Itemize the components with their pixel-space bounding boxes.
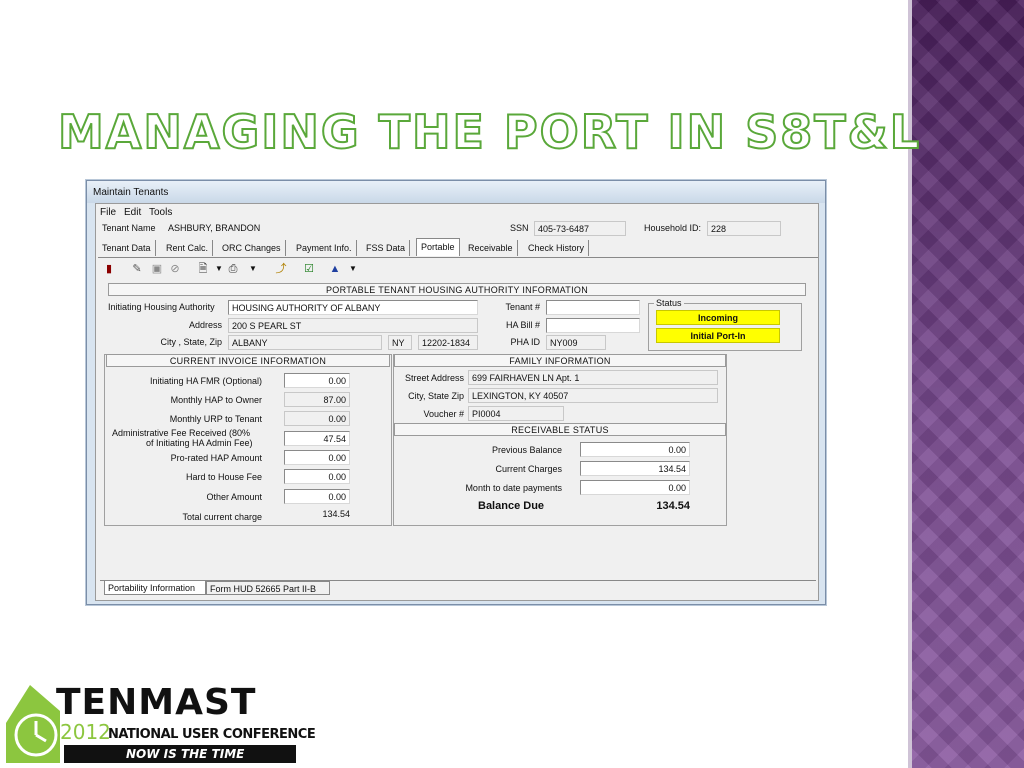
tenmast-conference-logo: TENMAST 2012 NATIONAL USER CONFERENCE NO…	[6, 682, 316, 765]
invoice-total-value: 134.54	[322, 509, 350, 519]
invoice-label-other: Other Amount	[206, 492, 262, 502]
family-csz-field: LEXINGTON, KY 40507	[468, 388, 718, 403]
status-label: Status	[654, 298, 684, 308]
ssn-field: 405-73-6487	[534, 221, 626, 236]
zip-field[interactable]: 12202-1834	[418, 335, 478, 350]
tenant-name-label: Tenant Name	[102, 223, 156, 233]
mtd-payments-label: Month to date payments	[465, 483, 562, 493]
dropdown-arrow-icon[interactable]: ▼	[212, 262, 226, 276]
invoice-admin-fee-field[interactable]: 47.54	[284, 431, 350, 446]
menu-file[interactable]: File	[100, 207, 116, 218]
tab-tenant-data[interactable]: Tenant Data	[98, 240, 156, 256]
slide-title: Managing the Port in S8T&L	[57, 104, 922, 160]
portable-ha-header: PORTABLE TENANT HOUSING AUTHORITY INFORM…	[108, 283, 806, 296]
household-id-field: 228	[707, 221, 781, 236]
tenant-number-label: Tenant #	[505, 302, 540, 312]
dropdown-arrow-icon[interactable]: ▼	[346, 262, 360, 276]
save-icon[interactable]: ▣	[150, 262, 164, 276]
logo-brand-text: TENMAST	[56, 682, 257, 723]
family-csz-label: City, State Zip	[408, 391, 464, 401]
menu-edit[interactable]: Edit	[124, 207, 141, 218]
wand-icon[interactable]: ⤴	[274, 262, 288, 276]
initiating-ha-label: Initiating Housing Authority	[108, 302, 215, 312]
main-tab-strip: Tenant Data Rent Calc. ORC Changes Payme…	[98, 238, 818, 258]
window-title-bar[interactable]: Maintain Tenants	[87, 181, 825, 203]
decorative-purple-strip	[912, 0, 1024, 768]
print-icon[interactable]: ⎙	[226, 262, 240, 276]
exit-icon[interactable]: ▮	[102, 262, 116, 276]
tenant-number-field[interactable]	[546, 300, 640, 315]
invoice-fmr-field[interactable]: 0.00	[284, 373, 350, 388]
balance-due-label: Balance Due	[478, 500, 545, 512]
street-address-field: 699 FAIRHAVEN LN Apt. 1	[468, 370, 718, 385]
mtd-payments-field[interactable]: 0.00	[580, 480, 690, 495]
ha-bill-label: HA Bill #	[505, 320, 540, 330]
logo-tagline-text: NOW IS THE TIME	[126, 747, 245, 761]
tab-fss-data[interactable]: FSS Data	[362, 240, 411, 256]
invoice-label-admin-fee: Administrative Fee Received (80%	[112, 428, 251, 438]
invoice-label-fmr: Initiating HA FMR (Optional)	[149, 376, 262, 386]
invoice-hap-owner-field: 87.00	[284, 392, 350, 407]
tab-orc-changes[interactable]: ORC Changes	[218, 240, 286, 256]
toolbar: ▮ ✎ ▣ ⊘ 🗎 ▼ ⎙ ▼ ⤴ ☑ ▲ ▼	[102, 262, 382, 278]
street-address-label: Street Address	[404, 373, 464, 383]
edit-icon[interactable]: ✎	[130, 262, 144, 276]
status-incoming-badge: Incoming	[656, 310, 780, 325]
ha-bill-field[interactable]	[546, 318, 640, 333]
address-label: Address	[188, 320, 222, 330]
current-charges-field[interactable]: 134.54	[580, 461, 690, 476]
checklist-icon[interactable]: ☑	[302, 262, 316, 276]
invoice-label-total: Total current charge	[182, 512, 262, 522]
receivable-status-header: RECEIVABLE STATUS	[394, 423, 726, 436]
voucher-field: PI0004	[468, 406, 564, 421]
invoice-urp-field: 0.00	[284, 411, 350, 426]
previous-balance-label: Previous Balance	[491, 445, 562, 455]
tenant-name-value: ASHBURY, BRANDON	[168, 223, 261, 233]
logo-year-text: 2012	[60, 720, 111, 744]
maintain-tenants-window: Maintain Tenants File Edit Tools Tenant …	[86, 180, 826, 605]
dropdown-arrow-icon[interactable]: ▼	[246, 262, 260, 276]
flask-icon[interactable]: ▲	[328, 262, 342, 276]
tab-receivable[interactable]: Receivable	[464, 240, 518, 256]
initiating-ha-field[interactable]: HOUSING AUTHORITY OF ALBANY	[228, 300, 478, 315]
pha-id-label: PHA ID	[510, 337, 540, 347]
cancel-icon[interactable]: ⊘	[168, 262, 182, 276]
voucher-label: Voucher #	[423, 409, 464, 419]
family-info-header: FAMILY INFORMATION	[394, 354, 726, 367]
new-document-icon[interactable]: 🗎	[196, 262, 210, 276]
city-field[interactable]: ALBANY	[228, 335, 382, 350]
household-id-label: Household ID:	[644, 223, 702, 233]
current-charges-label: Current Charges	[495, 464, 562, 474]
current-invoice-header: CURRENT INVOICE INFORMATION	[106, 354, 390, 367]
state-field[interactable]: NY	[388, 335, 412, 350]
pha-id-field: NY009	[546, 335, 606, 350]
window-client-area: File Edit Tools Tenant Name ASHBURY, BRA…	[95, 203, 819, 601]
invoice-prorated-field[interactable]: 0.00	[284, 450, 350, 465]
city-state-zip-label: City , State, Zip	[160, 337, 222, 347]
window-title: Maintain Tenants	[93, 187, 169, 198]
invoice-label-hard-to-house: Hard to House Fee	[185, 472, 262, 482]
address-field[interactable]: 200 S PEARL ST	[228, 318, 478, 333]
logo-conference-text: NATIONAL USER CONFERENCE	[108, 727, 316, 742]
tab-check-history[interactable]: Check History	[524, 240, 590, 256]
invoice-label-hap-owner: Monthly HAP to Owner	[170, 395, 262, 405]
invoice-hard-to-house-field[interactable]: 0.00	[284, 469, 350, 484]
ssn-label: SSN	[510, 223, 529, 233]
menu-tools[interactable]: Tools	[149, 207, 172, 218]
invoice-label-urp: Monthly URP to Tenant	[169, 414, 262, 424]
tab-portable[interactable]: Portable	[416, 238, 460, 256]
tab-rent-calc[interactable]: Rent Calc.	[162, 240, 214, 256]
tab-payment-info[interactable]: Payment Info.	[292, 240, 357, 256]
tab-form-hud-52665[interactable]: Form HUD 52665 Part II-B	[206, 581, 330, 595]
balance-due-value: 134.54	[656, 500, 690, 512]
invoice-label-prorated: Pro-rated HAP Amount	[170, 453, 262, 463]
invoice-other-field[interactable]: 0.00	[284, 489, 350, 504]
tab-portability-information[interactable]: Portability Information	[104, 581, 206, 595]
status-initial-port-in-badge: Initial Port-In	[656, 328, 780, 343]
previous-balance-field[interactable]: 0.00	[580, 442, 690, 457]
invoice-label-admin-fee-2: of Initiating HA Admin Fee)	[146, 438, 253, 448]
